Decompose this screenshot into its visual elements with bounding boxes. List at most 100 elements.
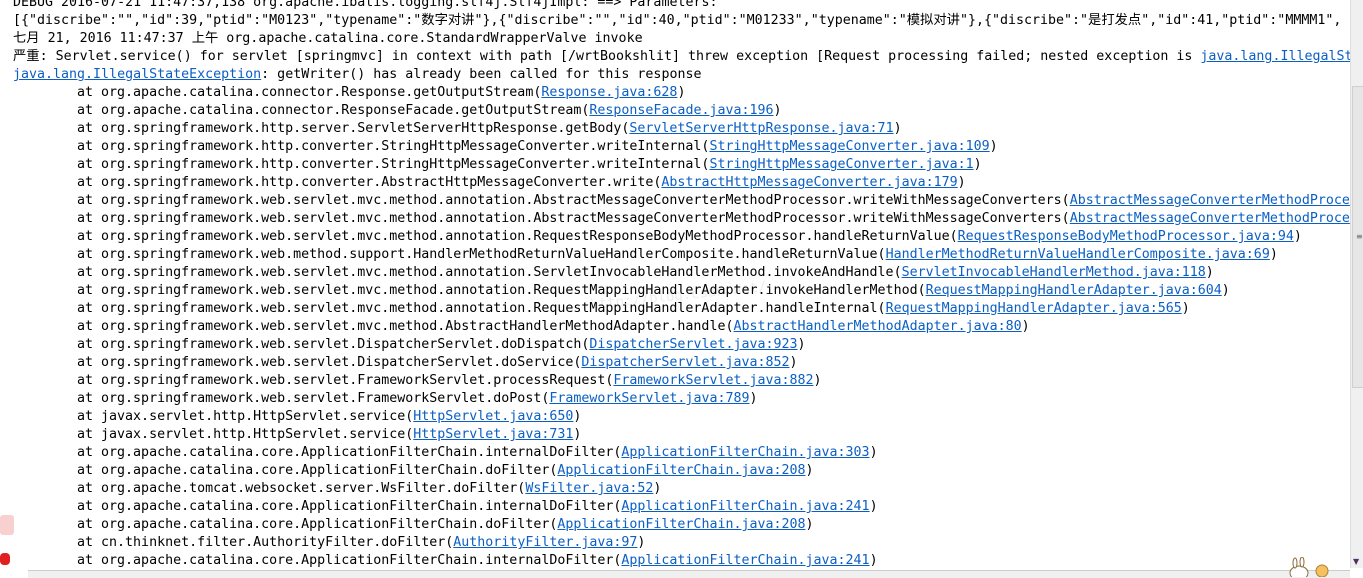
source-link[interactable]: AbstractHttpMessageConverter.java:179 [661, 175, 957, 190]
source-link[interactable]: RequestMappingHandlerAdapter.java:565 [886, 301, 1182, 316]
stack-frame-line: at org.springframework.web.servlet.Dispa… [13, 336, 1350, 354]
stack-frame-line: at org.springframework.web.servlet.Frame… [13, 372, 1350, 390]
frame-method: org.apache.catalina.core.ApplicationFilt… [101, 445, 621, 460]
stack-frame-line: at org.apache.catalina.connector.Respons… [13, 102, 1350, 120]
frame-method: cn.thinknet.filter.AuthorityFilter.doFil… [101, 535, 453, 550]
paren: ) [1206, 265, 1214, 280]
log-text: : getWriter() has already been called fo… [261, 67, 701, 82]
console-lines: DEBUG 2016-07-21 11:47:37,138 org.apache… [13, 0, 1350, 568]
source-link[interactable]: ResponseFacade.java:196 [589, 103, 773, 118]
paren: ) [894, 121, 902, 136]
paren: ) [1270, 247, 1278, 262]
at-prefix: at [77, 337, 101, 352]
paren: ) [974, 157, 982, 172]
source-link[interactable]: ApplicationFilterChain.java:303 [621, 445, 869, 460]
frame-method: org.springframework.web.servlet.mvc.meth… [101, 211, 1070, 226]
frame-method: org.springframework.web.servlet.mvc.meth… [101, 319, 733, 334]
source-link[interactable]: AuthorityFilter.java:97 [453, 535, 637, 550]
stack-frame-line: at org.apache.catalina.core.ApplicationF… [13, 498, 1350, 516]
scroll-down-arrow-icon[interactable]: ▼ [1353, 557, 1359, 566]
source-link[interactable]: FrameworkServlet.java:789 [549, 391, 749, 406]
log-line: DEBUG 2016-07-21 11:47:37,138 org.apache… [13, 0, 1350, 12]
source-link[interactable]: ApplicationFilterChain.java:208 [557, 463, 805, 478]
stack-frame-line: at org.apache.catalina.core.ApplicationF… [13, 516, 1350, 534]
source-link[interactable]: HandlerMethodReturnValueHandlerComposite… [886, 247, 1270, 262]
sticker-icon [0, 515, 14, 535]
stack-frame-line: at org.springframework.web.servlet.Dispa… [13, 354, 1350, 372]
sticker-icon [0, 553, 10, 565]
frame-method: org.apache.catalina.core.ApplicationFilt… [101, 499, 621, 514]
at-prefix: at [77, 373, 101, 388]
paren: ) [637, 535, 645, 550]
frame-method: org.springframework.web.servlet.Framewor… [101, 373, 613, 388]
at-prefix: at [77, 463, 101, 478]
source-link[interactable]: HttpServlet.java:650 [413, 409, 573, 424]
stack-frame-line: at javax.servlet.http.HttpServlet.servic… [13, 426, 1350, 444]
log-line: [{"discribe":"","id":39,"ptid":"M0123","… [13, 12, 1350, 30]
source-link[interactable]: DispatcherServlet.java:852 [581, 355, 789, 370]
rabbit-sticker-icon [1282, 557, 1332, 577]
source-link[interactable]: ApplicationFilterChain.java:241 [621, 499, 869, 514]
source-link[interactable]: ServletServerHttpResponse.java:71 [629, 121, 893, 136]
source-link[interactable]: AbstractHandlerMethodAdapter.java:80 [733, 319, 1021, 334]
paren: ) [1294, 229, 1302, 244]
frame-method: org.springframework.web.servlet.Dispatch… [101, 355, 581, 370]
frame-method: javax.servlet.http.HttpServlet.service( [101, 427, 413, 442]
stack-frame-line: at org.springframework.web.servlet.Frame… [13, 390, 1350, 408]
exception-link[interactable]: java.lang.IllegalStateException [13, 67, 261, 82]
stack-frame-line: at org.apache.catalina.core.ApplicationF… [13, 462, 1350, 480]
at-prefix: at [77, 175, 101, 190]
source-link[interactable]: StringHttpMessageConverter.java:1 [709, 157, 973, 172]
at-prefix: at [77, 553, 101, 568]
paren: ) [958, 175, 966, 190]
source-link[interactable]: ApplicationFilterChain.java:208 [557, 517, 805, 532]
source-link[interactable]: RequestResponseBodyMethodProcessor.java:… [958, 229, 1294, 244]
at-prefix: at [77, 517, 101, 532]
exception-link[interactable]: java.lang.IllegalStateException [1200, 49, 1350, 64]
at-prefix: at [77, 157, 101, 172]
source-link[interactable]: AbstractMessageConverterMethodProce [1070, 211, 1350, 226]
frame-method: org.apache.catalina.core.ApplicationFilt… [101, 517, 557, 532]
frame-method: org.apache.catalina.connector.ResponseFa… [101, 103, 589, 118]
frame-method: org.springframework.web.servlet.mvc.meth… [101, 265, 902, 280]
paren: ) [774, 103, 782, 118]
at-prefix: at [77, 139, 101, 154]
source-link[interactable]: ApplicationFilterChain.java:241 [621, 553, 869, 568]
source-link[interactable]: FrameworkServlet.java:882 [613, 373, 813, 388]
source-link[interactable]: Response.java:628 [541, 85, 677, 100]
paren: ) [749, 391, 757, 406]
vertical-scrollbar[interactable]: ≡ ▼ [1350, 0, 1363, 568]
at-prefix: at [77, 319, 101, 334]
paren: ) [1222, 283, 1230, 298]
source-link[interactable]: WsFilter.java:52 [525, 481, 653, 496]
at-prefix: at [77, 85, 101, 100]
log-text: DEBUG 2016-07-21 11:47:37,138 org.apache… [13, 0, 725, 10]
scrollbar-thumb[interactable]: ≡ [1352, 86, 1363, 388]
source-link[interactable]: DispatcherServlet.java:923 [589, 337, 797, 352]
at-prefix: at [77, 211, 101, 226]
source-link[interactable]: ServletInvocableHandlerMethod.java:118 [902, 265, 1206, 280]
frame-method: org.apache.catalina.connector.Response.g… [101, 85, 541, 100]
stack-frame-line: at org.apache.catalina.core.ApplicationF… [13, 444, 1350, 462]
stack-frame-line: at org.apache.catalina.core.ApplicationF… [13, 552, 1350, 568]
log-line: 七月 21, 2016 11:47:37 上午 org.apache.catal… [13, 30, 1350, 48]
source-link[interactable]: StringHttpMessageConverter.java:109 [709, 139, 989, 154]
paren: ) [573, 427, 581, 442]
frame-method: org.springframework.http.converter.Strin… [101, 139, 709, 154]
frame-method: org.springframework.web.servlet.Framewor… [101, 391, 549, 406]
frame-method: org.apache.catalina.core.ApplicationFilt… [101, 553, 621, 568]
paren: ) [870, 445, 878, 460]
frame-method: org.springframework.web.servlet.Dispatch… [101, 337, 589, 352]
source-link[interactable]: RequestMappingHandlerAdapter.java:604 [926, 283, 1222, 298]
at-prefix: at [77, 355, 101, 370]
stack-frame-line: at org.springframework.web.servlet.mvc.m… [13, 318, 1350, 336]
paren: ) [573, 409, 581, 424]
stack-frame-line: at org.springframework.http.converter.St… [13, 138, 1350, 156]
source-link[interactable]: AbstractMessageConverterMethodProce [1070, 193, 1350, 208]
source-link[interactable]: HttpServlet.java:731 [413, 427, 573, 442]
paren: ) [806, 517, 814, 532]
at-prefix: at [77, 427, 101, 442]
frame-method: org.springframework.http.server.ServletS… [101, 121, 629, 136]
at-prefix: at [77, 481, 101, 496]
at-prefix: at [77, 301, 101, 316]
